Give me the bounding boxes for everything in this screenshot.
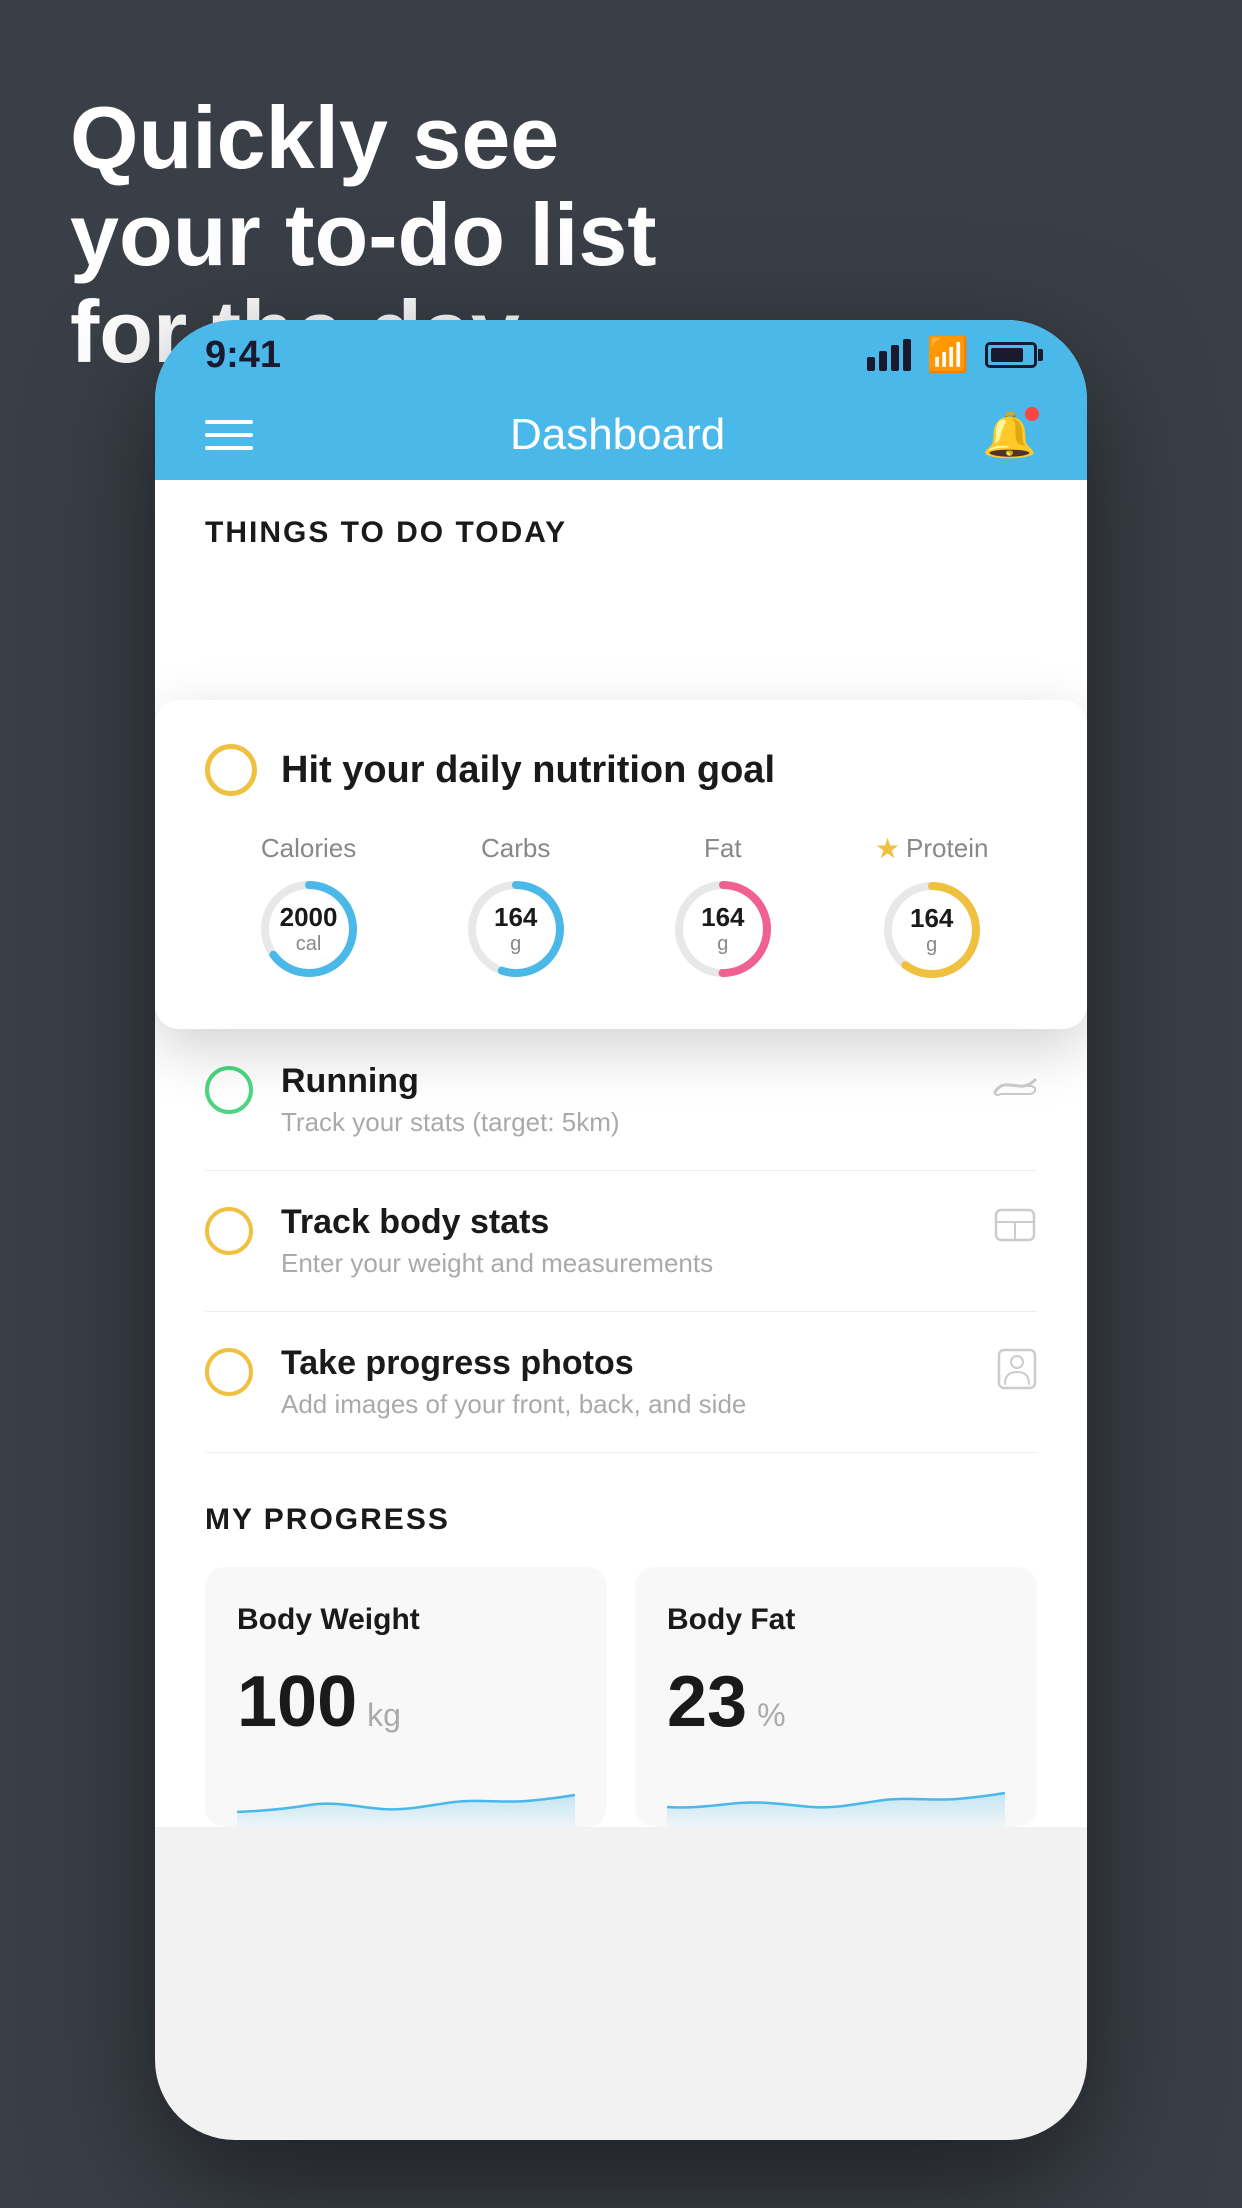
task-running[interactable]: Running Track your stats (target: 5km) <box>205 1030 1037 1171</box>
body-stats-text: Track body stats Enter your weight and m… <box>281 1203 965 1279</box>
task-photos[interactable]: Take progress photos Add images of your … <box>205 1312 1037 1453</box>
body-weight-chart <box>237 1767 575 1827</box>
carbs-label: Carbs <box>481 833 550 864</box>
photos-check-circle <box>205 1348 253 1396</box>
main-content: THINGS TO DO TODAY Hit your daily nutrit… <box>155 480 1087 1827</box>
body-weight-title: Body Weight <box>237 1603 575 1637</box>
body-fat-card[interactable]: Body Fat 23 % <box>635 1567 1037 1827</box>
fat-item: Fat 164 g <box>668 833 778 984</box>
progress-title: MY PROGRESS <box>205 1503 1037 1537</box>
body-stats-title: Track body stats <box>281 1203 965 1242</box>
calories-label: Calories <box>261 833 356 864</box>
shoe-icon <box>993 1066 1037 1100</box>
photos-title: Take progress photos <box>281 1344 969 1383</box>
nutrition-card-header: Hit your daily nutrition goal <box>205 744 1037 796</box>
nav-bar: Dashboard 🔔 <box>155 390 1087 480</box>
progress-section: MY PROGRESS Body Weight 100 kg <box>155 1453 1087 1827</box>
calories-item: Calories 2000 cal <box>254 833 364 984</box>
nutrition-check-circle <box>205 744 257 796</box>
fat-chart: 164 g <box>668 874 778 984</box>
battery-icon <box>985 342 1037 368</box>
notification-button[interactable]: 🔔 <box>982 409 1037 461</box>
body-fat-value: 23 <box>667 1661 747 1743</box>
running-text: Running Track your stats (target: 5km) <box>281 1062 965 1138</box>
status-time: 9:41 <box>205 334 281 377</box>
running-title: Running <box>281 1062 965 1101</box>
nav-title: Dashboard <box>510 410 725 460</box>
body-weight-card[interactable]: Body Weight 100 kg <box>205 1567 607 1827</box>
progress-cards: Body Weight 100 kg <box>205 1567 1037 1827</box>
body-stats-subtitle: Enter your weight and measurements <box>281 1248 965 1279</box>
protein-label: Protein <box>906 833 988 864</box>
task-body-stats[interactable]: Track body stats Enter your weight and m… <box>205 1171 1037 1312</box>
scale-icon <box>993 1207 1037 1247</box>
body-fat-value-row: 23 % <box>667 1661 1005 1743</box>
body-weight-value: 100 <box>237 1661 357 1743</box>
things-header: THINGS TO DO TODAY <box>155 480 1087 570</box>
protein-label-row: ★ Protein <box>875 832 989 865</box>
body-fat-chart <box>667 1767 1005 1827</box>
wifi-icon: 📶 <box>927 335 969 375</box>
protein-item: ★ Protein 164 g <box>875 832 989 985</box>
body-stats-check-circle <box>205 1207 253 1255</box>
notification-dot <box>1023 405 1041 423</box>
phone-mockup: 9:41 📶 Dashboard 🔔 THINGS TO DO TODAY <box>155 320 1087 2140</box>
status-icons: 📶 <box>867 335 1037 375</box>
protein-chart: 164 g <box>877 875 987 985</box>
menu-button[interactable] <box>205 420 253 450</box>
task-list: Running Track your stats (target: 5km) T… <box>155 1030 1087 1453</box>
calories-chart: 2000 cal <box>254 874 364 984</box>
photos-subtitle: Add images of your front, back, and side <box>281 1389 969 1420</box>
signal-bars-icon <box>867 339 911 371</box>
nutrition-circles: Calories 2000 cal Carbs <box>205 832 1037 985</box>
running-subtitle: Track your stats (target: 5km) <box>281 1107 965 1138</box>
protein-star-icon: ★ <box>875 832 900 865</box>
status-bar: 9:41 📶 <box>155 320 1087 390</box>
person-icon <box>997 1348 1037 1390</box>
body-fat-unit: % <box>757 1697 785 1734</box>
body-weight-unit: kg <box>367 1697 401 1734</box>
running-check-circle <box>205 1066 253 1114</box>
carbs-chart: 164 g <box>461 874 571 984</box>
nutrition-card[interactable]: Hit your daily nutrition goal Calories 2… <box>155 700 1087 1029</box>
body-fat-title: Body Fat <box>667 1603 1005 1637</box>
nutrition-card-title: Hit your daily nutrition goal <box>281 749 775 792</box>
photos-text: Take progress photos Add images of your … <box>281 1344 969 1420</box>
body-weight-value-row: 100 kg <box>237 1661 575 1743</box>
fat-label: Fat <box>704 833 742 864</box>
carbs-item: Carbs 164 g <box>461 833 571 984</box>
